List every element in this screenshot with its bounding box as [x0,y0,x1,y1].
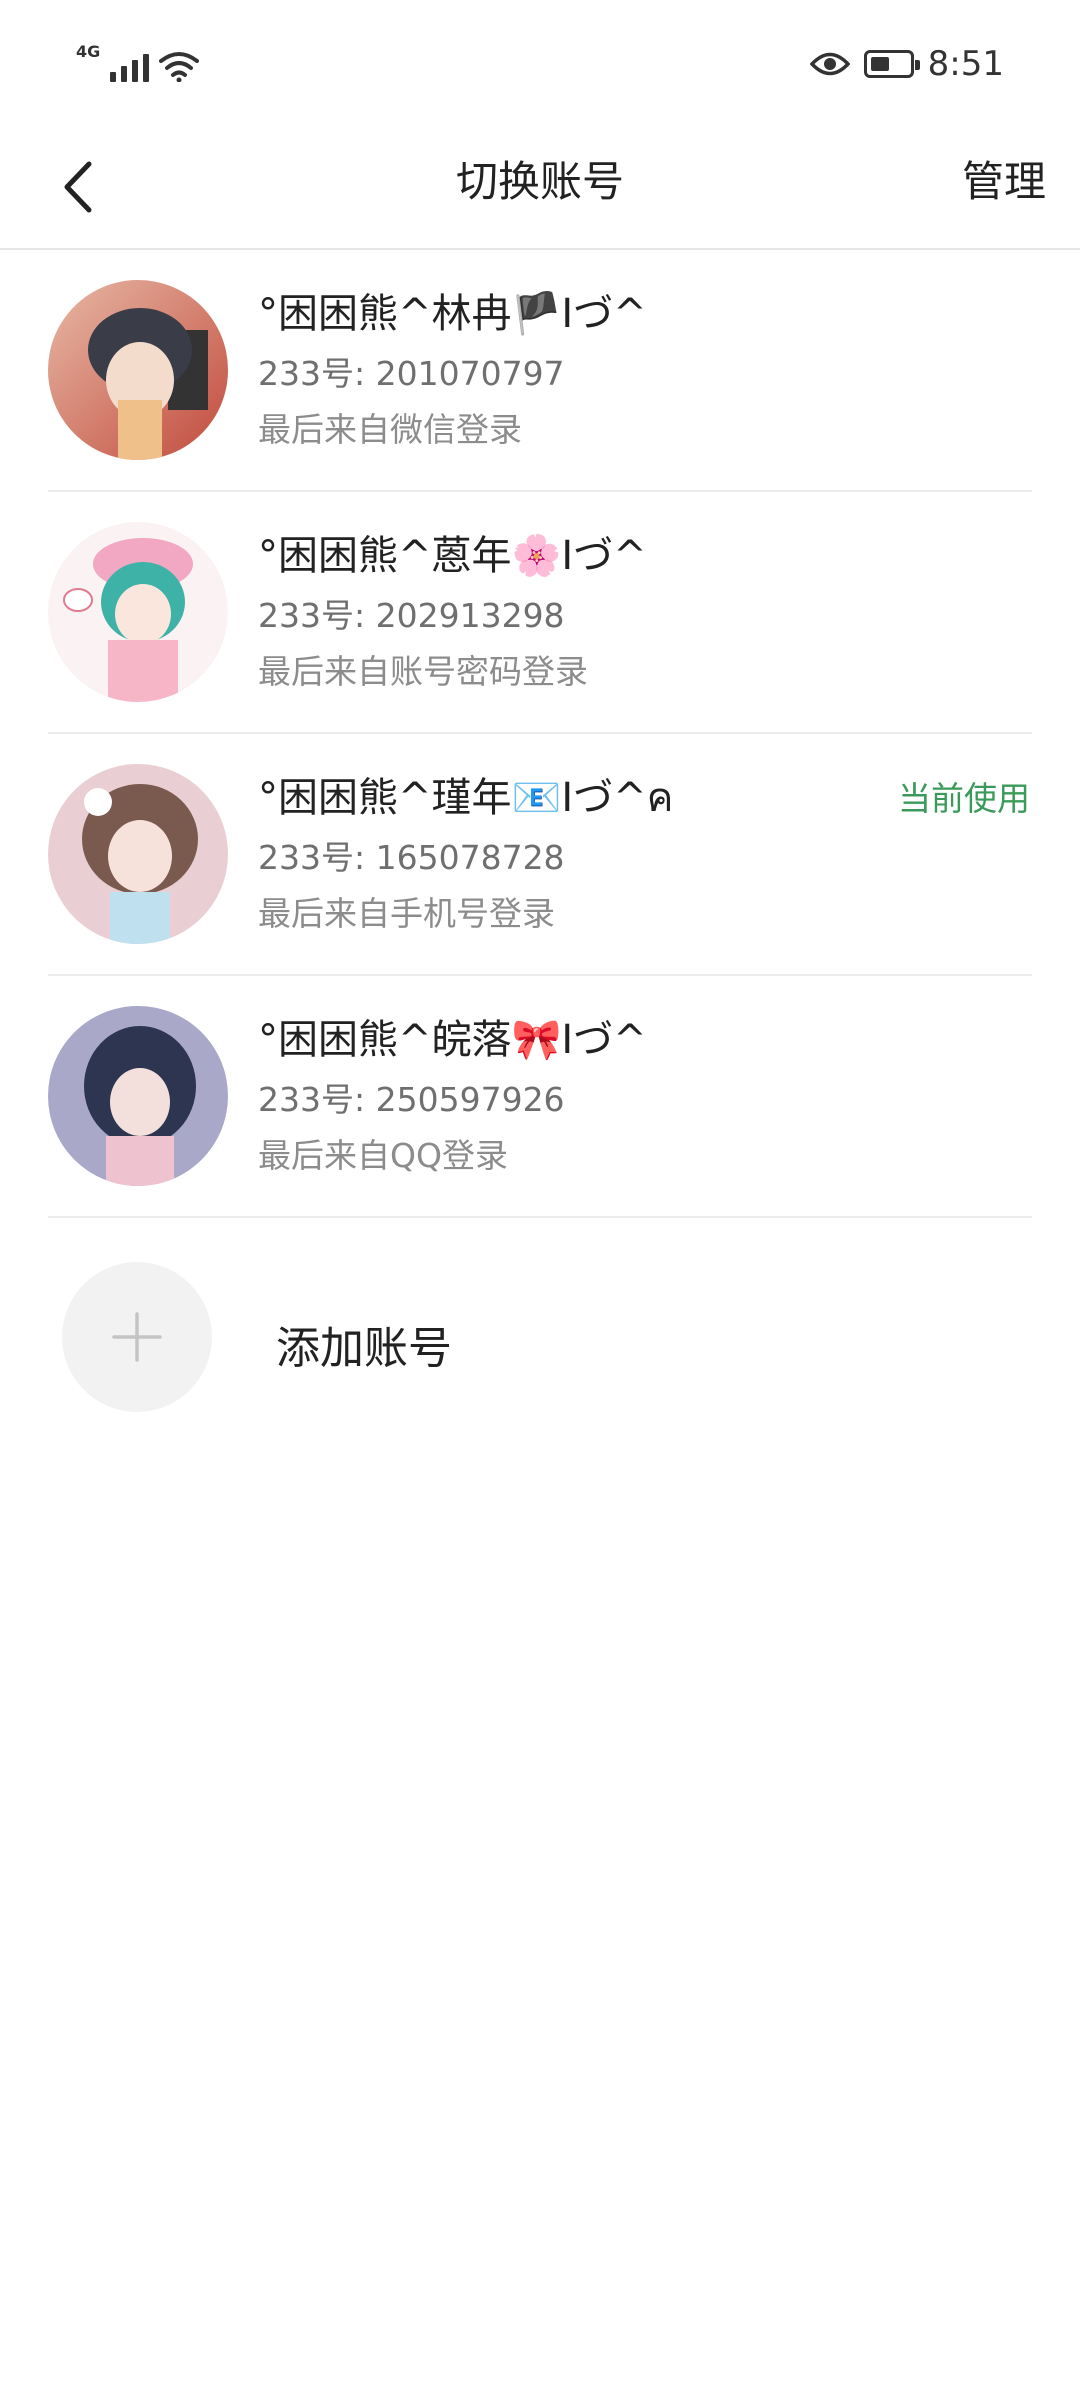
account-row[interactable]: °困困熊^蒽年🌸Iづ^ 233号: 202913298 最后来自账号密码登录 [0,492,1080,734]
avatar [48,522,228,702]
clock: 8:51 [927,44,1004,84]
manage-button[interactable]: 管理 [962,148,1046,209]
account-info: °困困熊^皖落🎀Iづ^ 233号: 250597926 最后来自QQ登录 [258,1012,1040,1180]
login-method: 最后来自手机号登录 [258,894,555,933]
add-account-button[interactable]: 添加账号 [0,1220,1080,1412]
eye-icon [809,52,850,76]
account-info: °困困熊^蒽年🌸Iづ^ 233号: 202913298 最后来自账号密码登录 [258,528,1040,696]
plus-icon [112,1312,162,1362]
page-title: 切换账号 [455,157,624,206]
status-left: 4G [76,42,200,82]
battery-icon [863,50,920,78]
login-method: 最后来自微信登录 [258,410,522,449]
wifi-icon [159,52,200,82]
account-name: °困困熊^皖落🎀Iづ^ [258,1017,647,1063]
divider [48,1216,1032,1218]
network-type: 4G [76,42,101,61]
avatar [48,1006,228,1186]
login-method: 最后来自QQ登录 [258,1136,508,1175]
header: 切换账号 管理 [0,130,1080,250]
account-id: 233号: 165078728 [258,838,565,877]
current-account-badge: 当前使用 [898,779,1030,818]
avatar [48,764,228,944]
add-account-circle[interactable] [62,1262,212,1412]
account-id: 233号: 201070797 [258,354,565,393]
login-method: 最后来自账号密码登录 [258,652,588,691]
account-info: °困困熊^林冉🏴Iづ^ 233号: 201070797 最后来自微信登录 [258,286,1040,454]
avatar [48,280,228,460]
account-id: 233号: 250597926 [258,1080,565,1119]
signal-icon [110,50,150,82]
account-row[interactable]: °困困熊^瑾年📧Iづ^ค 233号: 165078728 最后来自手机号登录 当… [0,734,1080,976]
account-row[interactable]: °困困熊^林冉🏴Iづ^ 233号: 201070797 最后来自微信登录 [0,250,1080,492]
status-bar: 4G 8:51 [0,0,1080,130]
account-id: 233号: 202913298 [258,596,565,635]
account-row[interactable]: °困困熊^皖落🎀Iづ^ 233号: 250597926 最后来自QQ登录 [0,976,1080,1218]
account-name: °困困熊^林冉🏴Iづ^ [258,291,647,337]
add-account-label: 添加账号 [276,1323,452,1374]
account-list: °困困熊^林冉🏴Iづ^ 233号: 201070797 最后来自微信登录 °困困… [0,250,1080,1218]
status-right: 8:51 [809,44,1004,84]
account-name: °困困熊^蒽年🌸Iづ^ [258,533,647,579]
